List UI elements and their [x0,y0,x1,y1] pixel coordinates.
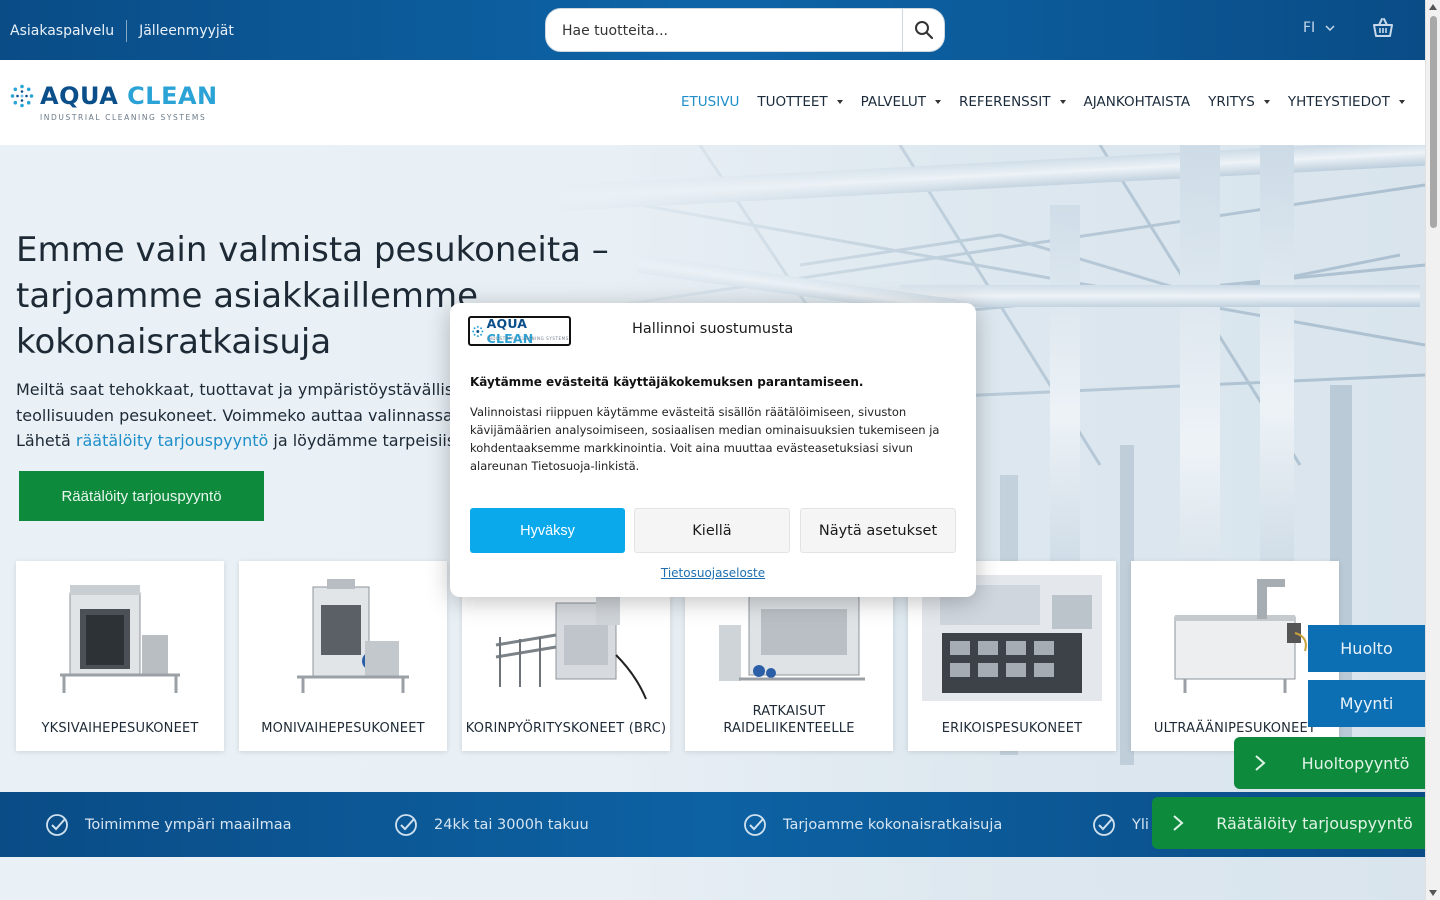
search-box [545,8,945,53]
search-input[interactable] [562,9,892,53]
service-side-button[interactable]: Huolto [1308,625,1425,672]
language-selector[interactable]: FI [1303,20,1335,36]
hero-lead: Meiltä saat tehokkaat, tuottavat ja ympä… [16,380,470,457]
nav-item-yritys[interactable]: YRITYS [1208,94,1270,110]
hero-quote-link[interactable]: räätälöity tarjouspyyntö [76,431,268,450]
caret-down-icon [1398,100,1405,104]
category-card[interactable]: YKSIVAIHEPESUKONEET [16,561,224,751]
feature-item: 24kk tai 3000h takuu [394,792,589,857]
caret-down-icon [836,100,843,104]
language-label: FI [1303,20,1316,36]
top-links-divider [126,20,128,42]
nav-item-referenssit[interactable]: REFERENSSIT [959,94,1066,110]
logo-mark-icon [10,84,34,108]
nav-item-ajankohtaista[interactable]: AJANKOHTAISTA [1084,94,1191,110]
chevron-right-icon [1234,754,1286,772]
consent-logo-wordmark: AQUA CLEAN [486,316,534,346]
multi-stage-washer-image [297,579,409,693]
nav-item-etusivu[interactable]: ETUSIVU [681,94,739,110]
resellers-link[interactable]: Jälleenmyyjät [139,23,234,39]
scrollbar-thumb[interactable] [1430,16,1437,228]
nav-item-tuotteet[interactable]: TUOTTEET [757,94,843,110]
privacy-policy-link[interactable]: Tietosuojaseloste [450,566,976,580]
caret-down-icon [1059,100,1066,104]
main-nav: ETUSIVU TUOTTEET PALVELUT REFERENSSIT AJ… [681,94,1405,110]
consent-logo: AQUA CLEAN INDUSTRIAL CLEANING SYSTEMS [468,316,571,346]
logo-wordmark: AQUA CLEAN [40,82,218,110]
caret-down-icon [934,100,941,104]
ultrasonic-washer-image [1174,579,1307,693]
caret-down-icon [1263,100,1270,104]
scroll-up-icon[interactable] [1429,4,1437,10]
sales-side-button[interactable]: Myynti [1308,680,1425,727]
accept-button[interactable]: Hyväksy [470,508,625,553]
deny-button[interactable]: Kiellä [634,508,790,553]
check-badge-icon [395,813,417,836]
nav-item-yhteystiedot[interactable]: YHTEYSTIEDOT [1288,94,1405,110]
site-logo[interactable]: AQUA CLEAN INDUSTRIAL CLEANING SYSTEMS [10,82,218,122]
show-settings-button[interactable]: Näytä asetukset [800,508,956,553]
cookie-consent-dialog: AQUA CLEAN INDUSTRIAL CLEANING SYSTEMS H… [450,303,976,597]
check-badge-icon [46,813,68,836]
hero-quote-button[interactable]: Räätälöity tarjouspyyntö [19,471,264,521]
logo-tagline: INDUSTRIAL CLEANING SYSTEMS [40,113,207,122]
consent-title: Hallinnoi suostumusta [632,321,794,337]
chevron-down-icon [1325,25,1335,31]
feature-item: Toimimme ympäri maailmaa [45,792,291,857]
search-button[interactable] [902,9,944,51]
cart-button[interactable] [1372,17,1394,43]
search-icon [914,21,933,40]
customer-service-link[interactable]: Asiakaspalvelu [10,23,114,39]
feature-item: Yli [1092,792,1149,857]
consent-logo-tagline: INDUSTRIAL CLEANING SYSTEMS [487,336,569,341]
site-header: AQUA CLEAN INDUSTRIAL CLEANING SYSTEMS E… [0,60,1425,145]
top-links: Asiakaspalvelu Jälleenmyyjät [10,20,234,42]
top-bar: Asiakaspalvelu Jälleenmyyjät FI [0,0,1425,60]
basket-icon [1373,18,1393,37]
scroll-down-icon[interactable] [1429,890,1437,896]
feature-item: Tarjoamme kokonaisratkaisuja [743,792,1002,857]
category-card[interactable]: MONIVAIHEPESUKONEET [239,561,447,751]
custom-quote-side-button[interactable]: Räätälöity tarjouspyyntö [1152,797,1425,849]
check-badge-icon [1093,813,1115,836]
consent-body: Valinnoistasi riippuen käytämme evästeit… [470,405,940,473]
check-badge-icon [744,813,766,836]
consent-heading: Käytämme evästeitä käyttäjäkokemuksen pa… [470,375,864,389]
single-stage-washer-image [60,585,180,693]
service-request-button[interactable]: Huoltopyyntö [1234,737,1425,789]
page-scrollbar[interactable] [1425,0,1440,900]
nav-item-palvelut[interactable]: PALVELUT [861,94,941,110]
logo-mark-icon [472,325,484,337]
chevron-right-icon [1152,814,1204,832]
